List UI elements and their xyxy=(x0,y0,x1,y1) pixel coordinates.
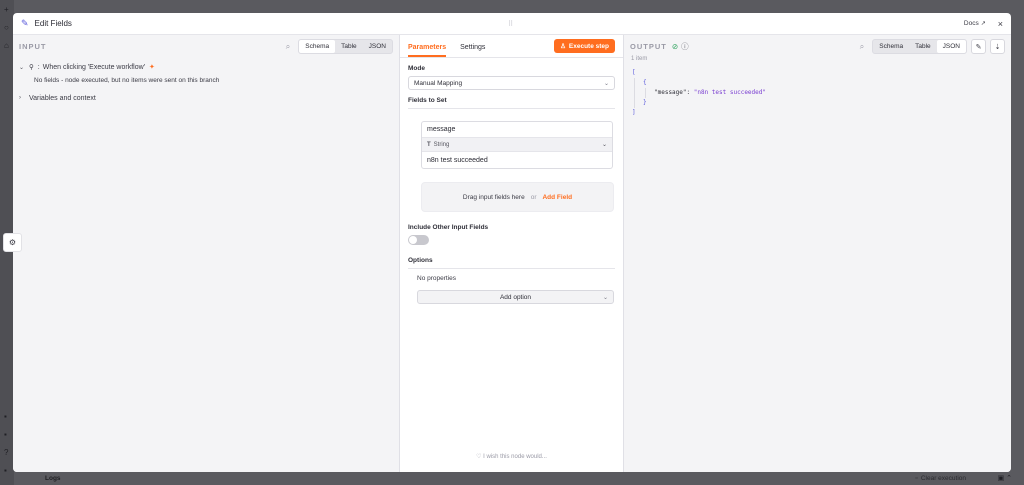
docs-link[interactable]: Docs ↗ xyxy=(964,20,986,27)
logs-controls[interactable]: ▣ ⌃ xyxy=(998,474,1012,482)
gear-icon: ⚙ xyxy=(8,238,17,247)
variables-label: Variables and context xyxy=(29,94,96,102)
field-assignment: message T String ⌄ n8n test succeeded xyxy=(421,121,613,169)
feedback-text: I wish this node would... xyxy=(483,454,547,460)
pin-icon: ⇣ xyxy=(994,43,1001,51)
trigger-node-icon: ⚲ xyxy=(29,64,34,71)
edit-fields-icon: ✎ xyxy=(21,18,29,28)
pencil-icon: ✎ xyxy=(975,43,982,51)
clear-execution-label: Clear execution xyxy=(920,475,966,482)
add-option-button[interactable]: Add option ⌄ xyxy=(417,290,614,304)
search-icon[interactable]: ⌕ xyxy=(860,42,864,52)
output-title: OUTPUT xyxy=(630,42,667,51)
parameters-pane: ⠿ Parameters Settings ♙ Execute step Mod… xyxy=(400,21,624,472)
close-button[interactable]: × xyxy=(998,19,1003,29)
output-pane: OUTPUT ⊘ ⓘ ⌕ Schema Table JSON ✎ ⇣ 1 ite… xyxy=(624,35,1011,472)
mode-select[interactable]: Manual Mapping ⌄ xyxy=(408,76,615,90)
pin-data-button[interactable]: ⇣ xyxy=(990,39,1005,54)
options-label: Options xyxy=(408,257,433,264)
search-icon: ○ xyxy=(4,23,9,32)
edit-output-button[interactable]: ✎ xyxy=(971,39,986,54)
node-settings-floating-button[interactable]: ⚙ xyxy=(3,233,22,252)
divider xyxy=(408,268,615,269)
flask-icon: ♙ xyxy=(560,43,566,50)
drag-handle-icon[interactable]: ⠿ xyxy=(508,20,513,28)
input-view-table[interactable]: Table xyxy=(335,40,363,53)
modal-title[interactable]: Edit Fields xyxy=(35,19,72,28)
json-value: "n8n test succeeded" xyxy=(693,89,766,96)
plus-icon: + xyxy=(4,5,9,14)
search-icon[interactable]: ⌕ xyxy=(286,42,290,52)
json-key: "message": xyxy=(654,89,691,96)
feedback-link[interactable]: ♡ I wish this node would... xyxy=(400,453,623,460)
divider xyxy=(408,108,615,109)
field-name-input[interactable]: message xyxy=(422,122,612,138)
no-fields-message: No fields - node executed, but no items … xyxy=(34,77,220,84)
field-type-select[interactable]: T String ⌄ xyxy=(422,138,612,152)
trigger-node-row[interactable]: ⌄ ⚲ : When clicking 'Execute workflow' ✦ xyxy=(19,61,393,73)
json-open-bracket: [ xyxy=(632,69,636,76)
background-logs-bar: Logs ▫ Clear execution ▣ ⌃ xyxy=(14,472,1024,485)
output-view-schema[interactable]: Schema xyxy=(873,40,909,53)
trash-icon: ▫ xyxy=(915,475,918,482)
trigger-bolt-icon: ✦ xyxy=(148,64,155,71)
chevron-down-icon: ⌄ xyxy=(601,142,607,148)
variables-row[interactable]: › Variables and context xyxy=(19,92,393,104)
clear-execution-button[interactable]: ▫ Clear execution xyxy=(916,475,966,482)
output-view-table[interactable]: Table xyxy=(909,40,937,53)
chevron-down-icon: ⌄ xyxy=(603,80,609,87)
field-type-value: String xyxy=(433,141,450,148)
lightbulb-icon: ♡ xyxy=(476,454,482,460)
external-link-icon: ↗ xyxy=(980,21,986,27)
field-name-value: message xyxy=(427,126,456,133)
execute-step-label: Execute step xyxy=(568,42,609,50)
add-field-link[interactable]: Add Field xyxy=(542,194,572,201)
json-open-brace: { xyxy=(643,79,647,86)
docs-label: Docs xyxy=(963,20,979,27)
drop-zone-or: or xyxy=(530,193,537,201)
no-properties-text: No properties xyxy=(417,275,457,282)
chevron-down-icon: ⌄ xyxy=(19,64,25,71)
mode-label: Mode xyxy=(408,65,425,72)
field-value-input[interactable]: n8n test succeeded xyxy=(422,152,612,168)
edit-fields-modal: ✎ Edit Fields Docs ↗ × INPUT ⌕ Schema Tab… xyxy=(13,13,1011,472)
update-icon: ▪ xyxy=(4,466,7,475)
input-view-schema[interactable]: Schema xyxy=(299,40,336,53)
type-string-icon: T xyxy=(427,141,431,148)
insights-icon: ▪ xyxy=(4,430,7,439)
info-icon[interactable]: ⓘ xyxy=(681,41,689,52)
json-close-bracket: ] xyxy=(632,109,636,116)
drop-zone-text: Drag input fields here xyxy=(462,193,525,201)
input-pane: INPUT ⌕ Schema Table JSON ⌄ ⚲ : When cli… xyxy=(13,35,400,472)
output-view-switcher: Schema Table JSON xyxy=(872,39,967,54)
logs-label[interactable]: Logs xyxy=(45,475,61,482)
tab-parameters[interactable]: Parameters xyxy=(408,44,447,57)
output-view-json[interactable]: JSON xyxy=(936,40,966,53)
include-other-fields-label: Include Other Input Fields xyxy=(408,224,489,231)
drop-zone[interactable]: Drag input fields here or Add Field xyxy=(421,182,614,212)
add-option-label: Add option xyxy=(499,293,532,301)
success-check-icon: ⊘ xyxy=(671,42,679,51)
input-view-json[interactable]: JSON xyxy=(363,40,392,53)
trigger-node-label: When clicking 'Execute workflow' xyxy=(42,63,145,71)
toggle-knob xyxy=(409,236,417,244)
field-value-text: n8n test succeeded xyxy=(427,156,488,164)
help-icon: ? xyxy=(4,448,9,457)
templates-icon: ▪ xyxy=(4,412,7,421)
home-icon: ⌂ xyxy=(4,41,9,50)
input-title: INPUT xyxy=(19,42,47,51)
tab-settings[interactable]: Settings xyxy=(460,44,485,57)
chevron-down-icon: ⌄ xyxy=(602,294,608,301)
input-view-switcher: Schema Table JSON xyxy=(298,39,393,54)
chevron-right-icon: › xyxy=(19,95,21,101)
json-output: [ { "message": "n8n test succeeded" } ] xyxy=(624,62,1011,124)
fields-to-set-label: Fields to Set xyxy=(408,97,447,104)
execute-step-button[interactable]: ♙ Execute step xyxy=(554,39,615,53)
json-close-brace: } xyxy=(643,99,647,106)
include-other-fields-toggle[interactable] xyxy=(408,235,429,245)
mode-value: Manual Mapping xyxy=(414,79,463,87)
